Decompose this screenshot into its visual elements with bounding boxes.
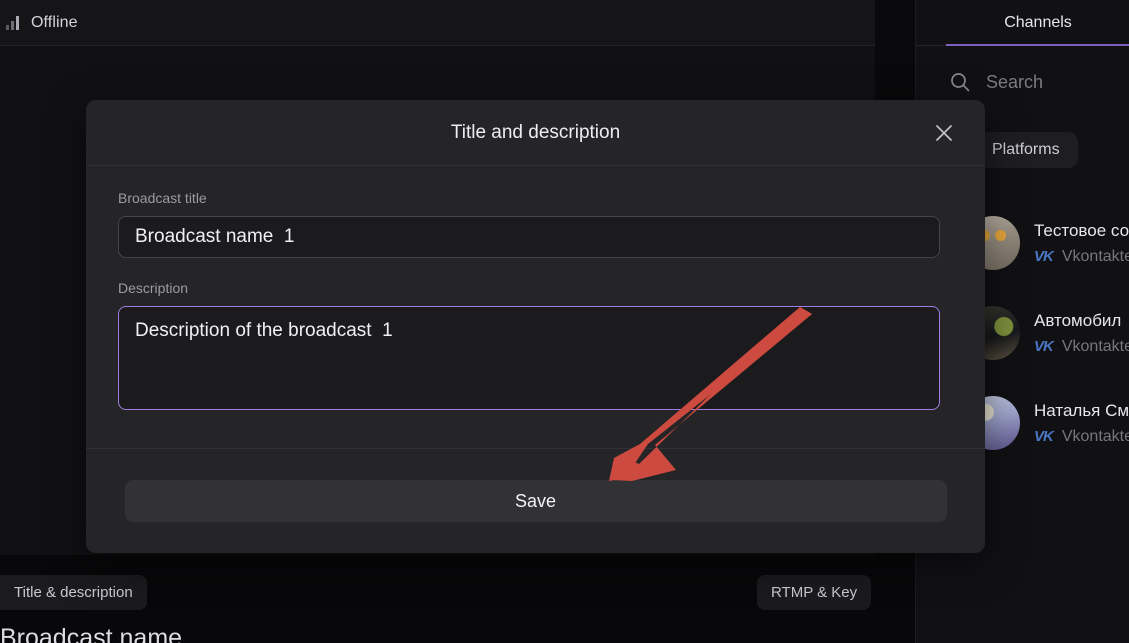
sidebar-tabbar: Channels: [916, 0, 1129, 46]
channel-platform-row: VK Vkontakte: [1034, 428, 1129, 446]
channel-name: Тестовое со: [1034, 220, 1129, 240]
description-label: Description: [118, 280, 189, 296]
signal-bars-icon: [6, 16, 19, 30]
channel-name: Автомобил: [1034, 310, 1122, 330]
channel-name: Наталья См: [1034, 400, 1129, 420]
channel-meta: Наталья См VK Vkontakte: [1034, 401, 1129, 446]
main-top-bar: [0, 0, 875, 46]
description-textarea[interactable]: [118, 306, 940, 410]
app-root: Offline Channels Search Platforms Тестов…: [0, 0, 1129, 643]
channel-platform-label: Vkontakte: [1061, 427, 1129, 445]
vk-icon: VK: [1034, 248, 1054, 265]
tab-channels-label: Channels: [1004, 14, 1072, 31]
modal-header: Title and description: [86, 100, 985, 166]
modal-footer: Save: [86, 448, 985, 553]
broadcast-title-input[interactable]: [118, 216, 940, 258]
channel-meta: Тестовое со VK Vkontakte: [1034, 221, 1129, 266]
modal-title: Title and description: [450, 121, 621, 143]
broadcast-title-label: Broadcast title: [118, 190, 207, 206]
channel-platform-label: Vkontakte: [1061, 337, 1129, 355]
chip-rtmp-key[interactable]: RTMP & Key: [757, 575, 872, 610]
stream-status: Offline: [0, 0, 78, 46]
search-input-placeholder: Search: [986, 71, 1044, 92]
filter-chip-platforms[interactable]: Platforms: [974, 132, 1078, 168]
broadcast-name-heading: Broadcast name: [0, 624, 183, 643]
channel-platform-label: Vkontakte: [1061, 247, 1129, 265]
tab-channels[interactable]: Channels: [946, 0, 1129, 46]
search-icon: [948, 70, 972, 94]
field-spacer: [118, 258, 953, 280]
chip-title-description[interactable]: Title & description: [0, 575, 147, 610]
modal-body: Broadcast title Description: [86, 166, 985, 415]
title-description-modal: Title and description Broadcast title De…: [86, 100, 985, 553]
vk-icon: VK: [1034, 338, 1054, 355]
save-button[interactable]: Save: [124, 480, 947, 522]
stream-status-label: Offline: [31, 14, 78, 31]
vk-icon: VK: [1034, 428, 1054, 445]
channel-meta: Автомобил VK Vkontakte: [1034, 311, 1129, 356]
channel-platform-row: VK Vkontakte: [1034, 248, 1129, 266]
close-icon[interactable]: [929, 118, 959, 148]
channel-platform-row: VK Vkontakte: [1034, 338, 1129, 356]
